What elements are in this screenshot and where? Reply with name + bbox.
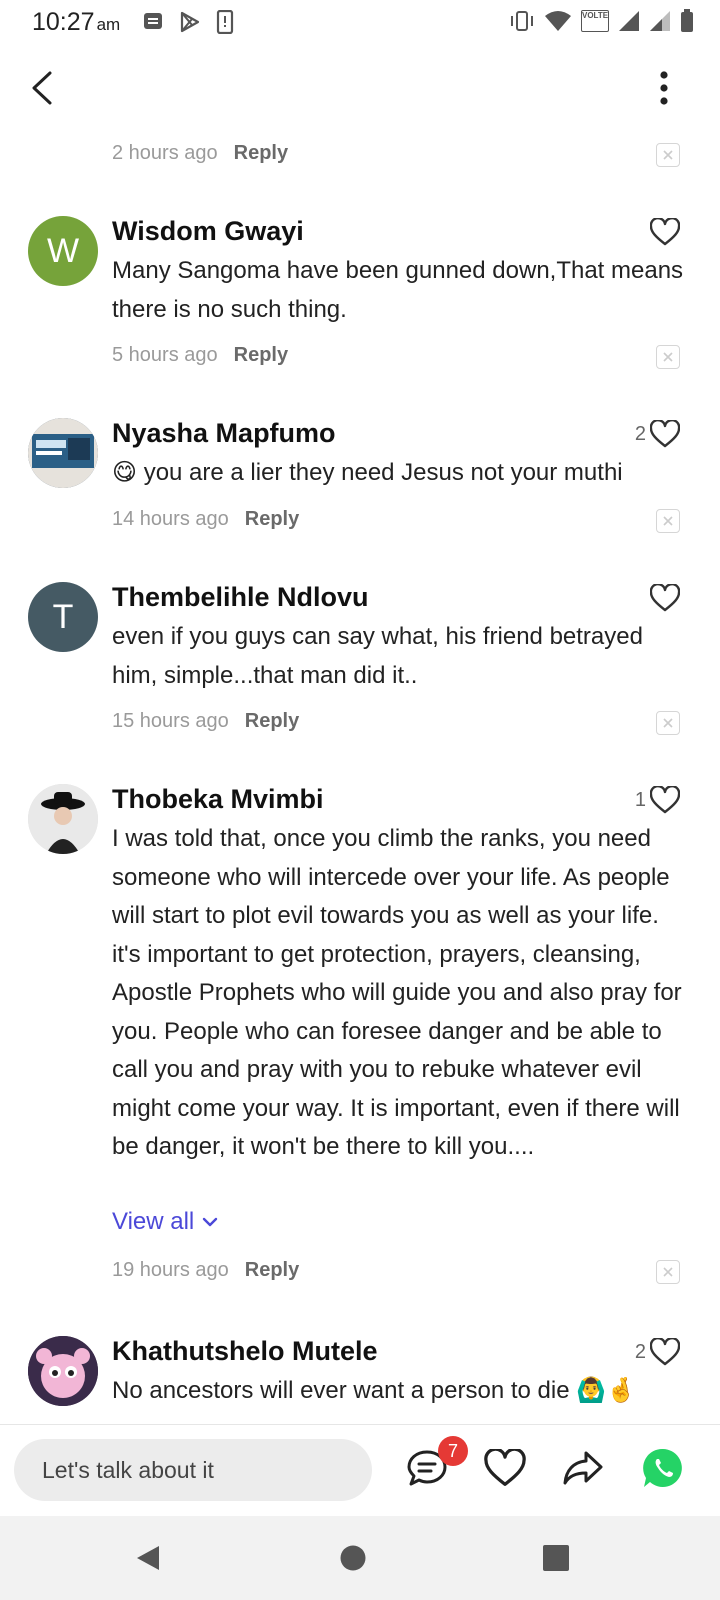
commenter-name[interactable]: Thembelihle Ndlovu [112,582,369,613]
comment-time: 2 hours ago [112,142,218,164]
like-post-button[interactable] [480,1443,530,1493]
hide-comment-button[interactable] [656,1260,680,1284]
comments-list: 2 hours ago Reply W Wisdom Gwayi Many Sa… [0,130,720,1424]
device-icon [216,10,234,34]
nav-home-icon [340,1545,366,1571]
comment-text: Many Sangoma have been gunned down,That … [112,257,684,323]
hide-comment-button[interactable] [656,711,680,735]
close-icon [663,718,673,728]
reply-button[interactable]: Reply [245,710,299,733]
avatar-photo-icon [28,784,98,854]
comment-time: 15 hours ago [112,710,229,732]
heart-icon [484,1449,526,1486]
nav-back-icon [137,1546,159,1570]
play-store-icon [180,11,200,33]
reply-button[interactable]: Reply [245,1259,299,1282]
comment-input-placeholder: Let's talk about it [42,1456,214,1483]
comment-meta: 2 hours ago Reply [112,142,288,165]
more-vertical-icon [660,71,668,105]
heart-icon [650,218,680,246]
comment-meta: 5 hours ago Reply [112,344,288,367]
comment-item: W Wisdom Gwayi Many Sangoma have been gu… [0,216,720,386]
status-bar: 10:27 am VOLTE [0,0,720,44]
comment-meta: 14 hours ago Reply [112,508,299,531]
whatsapp-icon [643,1448,682,1487]
reply-button[interactable]: Reply [234,142,288,165]
like-button[interactable]: 1 [635,786,680,814]
comment-text: No ancestors will ever want a person to … [112,1377,636,1404]
commenter-name[interactable]: Nyasha Mapfumo [112,418,336,449]
like-count: 2 [634,422,646,445]
comment-item: Khathutshelo Mutele 2 No ancestors will … [0,1336,720,1424]
hide-comment-button[interactable] [656,143,680,167]
back-chevron-icon [32,71,52,105]
like-count: 1 [634,788,646,811]
signal-icon [619,11,639,31]
notification-icon [144,13,162,29]
volte-icon: VOLTE [581,10,609,32]
view-all-button[interactable]: View all [112,1208,218,1236]
comment-meta: 19 hours ago Reply [112,1259,299,1282]
like-button[interactable]: 2 [635,1338,680,1366]
like-button[interactable] [646,218,680,246]
nav-back-button[interactable] [126,1536,170,1580]
whatsapp-share-button[interactable] [638,1443,688,1493]
comment-text: I was told that, once you climb the rank… [112,825,682,1160]
comment-time: 14 hours ago [112,508,229,530]
close-icon [663,1267,673,1277]
avatar[interactable] [28,418,98,488]
comment-text: even if you guys can say what, his frien… [112,623,643,689]
comment-item: Thobeka Mvimbi 1 I was told that, once y… [0,784,720,1284]
close-icon [663,516,673,526]
comment-time: 19 hours ago [112,1259,229,1281]
like-count: 2 [634,1340,646,1363]
heart-icon [650,1338,680,1366]
nav-recents-button[interactable] [534,1536,578,1580]
avatar[interactable] [28,1336,98,1406]
signal-2-icon [650,11,670,31]
like-button[interactable] [646,584,680,612]
bottom-bar: Let's talk about it [0,1424,720,1516]
chevron-down-icon [203,1217,218,1227]
heart-icon [650,786,680,814]
share-icon [563,1451,603,1485]
vibrate-icon [511,11,533,31]
back-button[interactable] [22,66,62,110]
close-icon [663,150,673,160]
commenter-name[interactable]: Wisdom Gwayi [112,216,304,247]
commenter-name[interactable]: Khathutshelo Mutele [112,1336,378,1367]
commenter-name[interactable]: Thobeka Mvimbi [112,784,324,815]
comment-time: 5 hours ago [112,344,218,366]
comment-item: T Thembelihle Ndlovu even if you guys ca… [0,582,720,752]
system-nav-bar [0,1516,720,1600]
hide-comment-button[interactable] [656,345,680,369]
nav-home-button[interactable] [331,1536,375,1580]
comment-meta: 15 hours ago Reply [112,710,299,733]
avatar[interactable] [28,784,98,854]
avatar-photo-icon [28,418,98,488]
avatar[interactable]: W [28,216,98,286]
status-time: 10:27 am [32,8,121,36]
more-options-button[interactable] [652,66,676,110]
share-button[interactable] [558,1443,608,1493]
reply-button[interactable]: Reply [245,508,299,531]
reply-button[interactable]: Reply [234,344,288,367]
comment-count-badge: 7 [438,1436,468,1466]
battery-icon [681,9,693,32]
nav-recents-icon [543,1545,569,1571]
wifi-icon [545,11,571,31]
avatar-photo-icon [28,1336,98,1406]
comment-item: Nyasha Mapfumo 2 😋 you are a lier they n… [0,418,720,548]
heart-icon [650,584,680,612]
hide-comment-button[interactable] [656,509,680,533]
comment-text: 😋 you are a lier they need Jesus not you… [112,459,623,486]
avatar[interactable]: T [28,582,98,652]
heart-icon [650,420,680,448]
top-bar [0,60,720,116]
comment-input[interactable]: Let's talk about it [14,1439,372,1501]
close-icon [663,352,673,362]
like-button[interactable]: 2 [635,420,680,448]
